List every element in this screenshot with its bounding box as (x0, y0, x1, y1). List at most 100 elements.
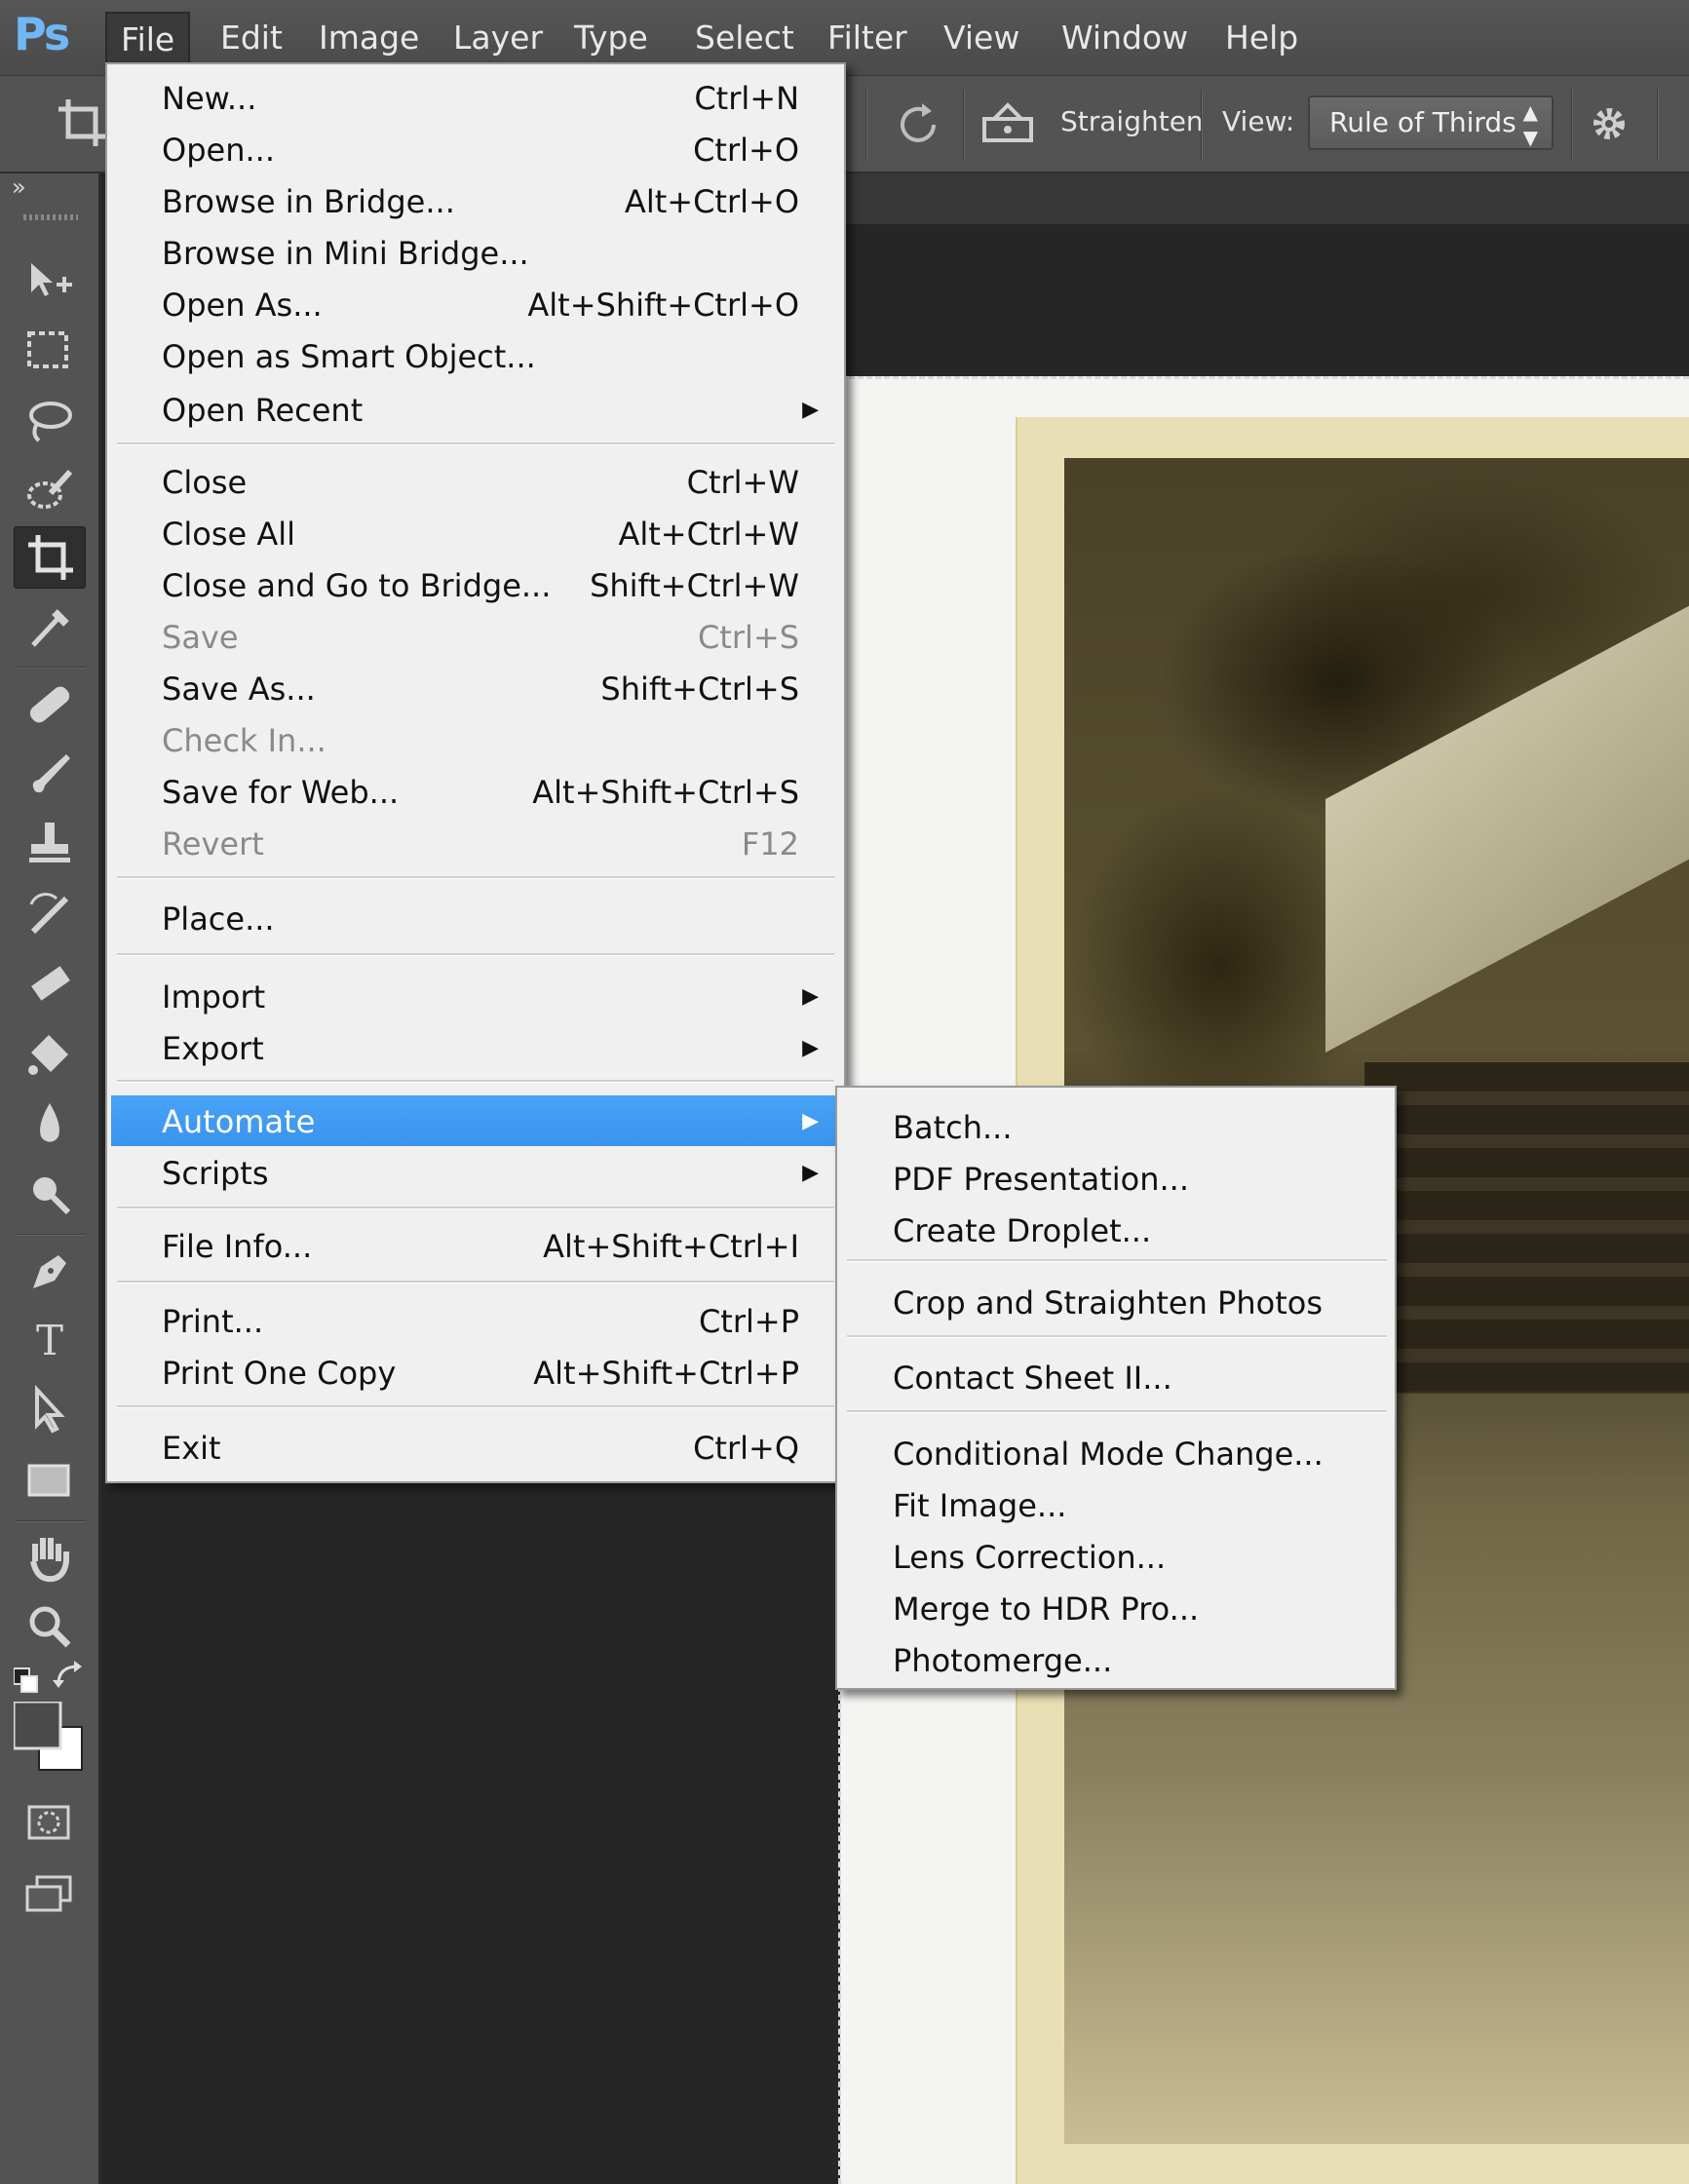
rectangle-tool-icon[interactable] (14, 1450, 86, 1513)
submenu-item-lens-correction[interactable]: Lens Correction... (841, 1531, 1393, 1582)
cabin-wall (1364, 1062, 1689, 1394)
menu-select[interactable]: Select (681, 12, 808, 64)
quick-mask-icon[interactable] (14, 1791, 86, 1854)
submenu-arrow-icon: ▶ (802, 984, 819, 1009)
menu-view[interactable]: View (930, 12, 1033, 64)
submenu-item-fit-image[interactable]: Fit Image... (841, 1479, 1393, 1530)
menu-separator (117, 953, 834, 956)
submenu-arrow-icon: ▶ (802, 1161, 819, 1185)
menu-item-import[interactable]: Import ▶ (111, 971, 840, 1021)
crop-icon[interactable] (55, 96, 109, 154)
submenu-item-batch[interactable]: Batch... (841, 1101, 1393, 1152)
submenu-arrow-icon: ▶ (802, 398, 819, 422)
submenu-item-pdf-presentation[interactable]: PDF Presentation... (841, 1153, 1393, 1204)
view-select-value: Rule of Thirds (1329, 106, 1516, 138)
move-tool-icon[interactable] (14, 249, 86, 312)
menu-item-print-one-copy[interactable]: Print One Copy Alt+Shift+Ctrl+P (111, 1347, 840, 1398)
menu-separator (117, 442, 834, 445)
menu-separator (847, 1335, 1387, 1338)
menu-separator (117, 876, 834, 879)
submenu-item-photomerge[interactable]: Photomerge... (841, 1634, 1393, 1685)
eyedropper-tool-icon[interactable] (14, 596, 86, 659)
menu-separator (117, 1080, 834, 1083)
submenu-item-merge-to-hdr-pro[interactable]: Merge to HDR Pro... (841, 1583, 1393, 1633)
gear-icon[interactable] (1585, 99, 1633, 152)
menu-item-revert: Revert F12 (162, 825, 799, 862)
menu-help[interactable]: Help (1211, 12, 1312, 64)
menu-item-close-all[interactable]: Close All Alt+Ctrl+W (111, 508, 840, 558)
history-brush-tool-icon[interactable] (14, 883, 86, 945)
menu-item-check-in: Check In... (162, 722, 326, 759)
menu-item-close[interactable]: Close Ctrl+W (111, 456, 840, 507)
menu-separator (117, 1281, 834, 1284)
menu-item-automate[interactable]: Automate ▶ (111, 1095, 840, 1146)
menu-item-place[interactable]: Place... (111, 893, 840, 943)
paint-bucket-tool-icon[interactable] (14, 1023, 86, 1086)
menu-item-open[interactable]: Open... Ctrl+O (111, 124, 840, 174)
panel-grip[interactable] (23, 214, 78, 220)
photoshop-logo: Ps (14, 8, 70, 60)
menu-file[interactable]: File (105, 12, 191, 64)
menu-edit[interactable]: Edit (207, 12, 296, 64)
menu-separator (847, 1259, 1387, 1262)
menu-item-save: Save Ctrl+S (162, 619, 799, 656)
collapse-panel-icon[interactable]: » (12, 173, 26, 201)
view-label: View: (1222, 105, 1295, 137)
quick-selection-tool-icon[interactable] (14, 460, 86, 522)
path-selection-tool-icon[interactable] (14, 1380, 86, 1442)
pen-tool-icon[interactable] (14, 1240, 86, 1302)
type-tool-icon[interactable]: T (14, 1310, 86, 1372)
menu-separator (117, 1207, 834, 1209)
menu-item-browse-in-bridge[interactable]: Browse in Bridge... Alt+Ctrl+O (111, 175, 840, 226)
select-arrows-icon: ▲ ▼ (1522, 100, 1538, 149)
hand-tool-icon[interactable] (14, 1526, 86, 1589)
menu-item-browse-in-mini-bridge[interactable]: Browse in Mini Bridge... (111, 227, 840, 278)
submenu-item-conditional-mode-change[interactable]: Conditional Mode Change... (841, 1428, 1393, 1478)
menu-image[interactable]: Image (305, 12, 433, 64)
menu-window[interactable]: Window (1048, 12, 1202, 64)
color-swatches-icon[interactable] (12, 1700, 86, 1780)
type-tool-glyph: T (36, 1317, 63, 1364)
submenu-item-crop-and-straighten-photos[interactable]: Crop and Straighten Photos (841, 1277, 1393, 1327)
submenu-item-contact-sheet[interactable]: Contact Sheet II... (841, 1352, 1393, 1402)
menu-filter[interactable]: Filter (814, 12, 921, 64)
submenu-item-create-droplet[interactable]: Create Droplet... (841, 1205, 1393, 1255)
menu-item-print[interactable]: Print... Ctrl+P (111, 1295, 840, 1346)
menu-separator (847, 1410, 1387, 1413)
zoom-tool-icon[interactable] (14, 1596, 86, 1659)
healing-brush-tool-icon[interactable] (14, 672, 86, 735)
straighten-button[interactable]: Straighten (1060, 105, 1204, 137)
menu-layer[interactable]: Layer (440, 12, 557, 64)
crop-marquee-top[interactable] (840, 376, 1689, 379)
dodge-tool-icon[interactable] (14, 1164, 86, 1226)
menu-item-save-as[interactable]: Save As... Shift+Ctrl+S (111, 663, 840, 713)
automate-submenu: Batch... PDF Presentation... Create Drop… (835, 1086, 1397, 1690)
brush-tool-icon[interactable] (14, 743, 86, 805)
rotate-icon[interactable] (891, 97, 945, 156)
blur-tool-icon[interactable] (14, 1093, 86, 1156)
menu-item-export[interactable]: Export ▶ (111, 1022, 840, 1073)
menu-separator (117, 1405, 834, 1408)
clone-stamp-tool-icon[interactable] (14, 813, 86, 875)
menu-item-scripts[interactable]: Scripts ▶ (111, 1147, 840, 1198)
screen-mode-icon[interactable] (14, 1863, 86, 1926)
submenu-arrow-icon: ▶ (802, 1109, 819, 1133)
swap-colors-icon[interactable] (51, 1655, 90, 1698)
menu-item-save-for-web[interactable]: Save for Web... Alt+Shift+Ctrl+S (111, 766, 840, 817)
tools-panel: » T (0, 173, 101, 2184)
crop-tool-icon[interactable] (14, 526, 86, 589)
eraser-tool-icon[interactable] (14, 953, 86, 1015)
straighten-icon[interactable] (980, 99, 1035, 152)
lasso-tool-icon[interactable] (14, 390, 86, 452)
menu-item-open-recent[interactable]: Open Recent ▶ (111, 384, 840, 435)
marquee-tool-icon[interactable] (14, 320, 86, 382)
file-menu-dropdown: New... Ctrl+N Open... Ctrl+O Browse in Bri… (105, 62, 846, 1483)
menu-type[interactable]: Type (560, 12, 662, 64)
menu-item-open-as-smart-object[interactable]: Open as Smart Object... (111, 330, 840, 381)
menu-item-exit[interactable]: Exit Ctrl+Q (111, 1422, 840, 1473)
menu-item-open-as[interactable]: Open As... Alt+Shift+Ctrl+O (111, 279, 840, 329)
menu-item-close-and-go-to-bridge[interactable]: Close and Go to Bridge... Shift+Ctrl+W (111, 559, 840, 610)
menu-item-file-info[interactable]: File Info... Alt+Shift+Ctrl+I (111, 1220, 840, 1271)
menu-item-new[interactable]: New... Ctrl+N (111, 72, 840, 123)
view-overlay-select[interactable]: Rule of Thirds ▲ ▼ (1308, 96, 1554, 150)
